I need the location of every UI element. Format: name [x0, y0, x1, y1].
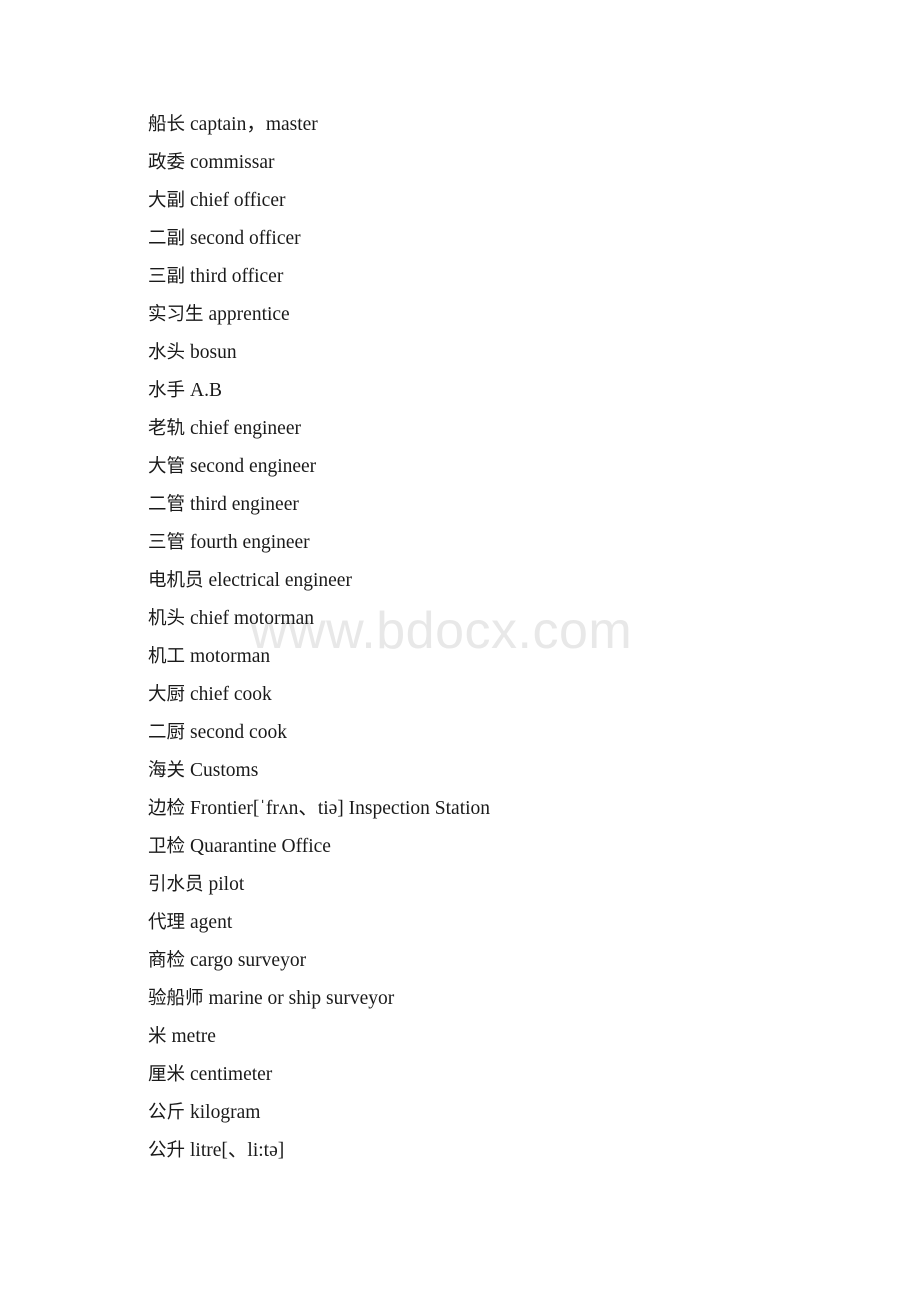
- glossary-entry: 二管 third engineer: [148, 486, 860, 524]
- glossary-entry: 公斤 kilogram: [148, 1094, 860, 1132]
- entry-term-english: second cook: [190, 722, 287, 743]
- entry-term-english: A.B: [190, 380, 222, 401]
- glossary-entry: 卫检 Quarantine Office: [148, 828, 860, 866]
- entry-term-chinese: 机工: [148, 646, 186, 667]
- glossary-entry: 水头 bosun: [148, 334, 860, 372]
- entry-term-english: chief motorman: [190, 608, 315, 629]
- entry-term-english: cargo surveyor: [190, 950, 307, 971]
- entry-term-chinese: 商检: [148, 950, 186, 971]
- entry-term-chinese: 二副: [148, 228, 186, 249]
- entry-term-chinese: 边检: [148, 798, 186, 819]
- entry-term-english: metre: [171, 1026, 216, 1047]
- entry-term-english: captain，master: [190, 114, 318, 135]
- entry-term-chinese: 水手: [148, 380, 186, 401]
- entry-term-english: pilot: [208, 874, 245, 895]
- entry-term-chinese: 卫检: [148, 836, 186, 857]
- entry-term-chinese: 老轨: [148, 418, 186, 439]
- glossary-entry: 实习生 apprentice: [148, 296, 860, 334]
- entry-term-chinese: 公升: [148, 1140, 186, 1161]
- entry-term-english: Customs: [190, 760, 259, 781]
- glossary-entry: 政委 commissar: [148, 144, 860, 182]
- entry-term-chinese: 实习生: [148, 304, 204, 325]
- entry-term-english: commissar: [190, 152, 275, 173]
- entry-term-chinese: 水头: [148, 342, 186, 363]
- glossary-entry: 厘米 centimeter: [148, 1056, 860, 1094]
- entry-term-english: Quarantine Office: [190, 836, 331, 857]
- entry-term-chinese: 代理: [148, 912, 186, 933]
- entry-term-english: chief engineer: [190, 418, 301, 439]
- entry-term-english: chief cook: [190, 684, 272, 705]
- glossary-list: 船长 captain，master 政委 commissar 大副 chief offic…: [148, 106, 860, 1170]
- entry-term-english: Frontier[ˈfrʌn、tiə] Inspection Station: [190, 798, 491, 819]
- entry-term-chinese: 厘米: [148, 1064, 186, 1085]
- entry-term-english: second engineer: [190, 456, 317, 477]
- glossary-entry: 验船师 marine or ship surveyor: [148, 980, 860, 1018]
- entry-term-english: third officer: [190, 266, 284, 287]
- entry-term-english: apprentice: [208, 304, 290, 325]
- entry-term-chinese: 公斤: [148, 1102, 186, 1123]
- entry-term-chinese: 二厨: [148, 722, 186, 743]
- glossary-entry: 代理 agent: [148, 904, 860, 942]
- entry-term-english: kilogram: [190, 1102, 261, 1123]
- glossary-entry: 机头 chief motorman: [148, 600, 860, 638]
- entry-term-english: fourth engineer: [190, 532, 310, 553]
- entry-term-english: centimeter: [190, 1064, 273, 1085]
- glossary-entry: 船长 captain，master: [148, 106, 860, 144]
- entry-term-chinese: 引水员: [148, 874, 204, 895]
- glossary-entry: 二厨 second cook: [148, 714, 860, 752]
- entry-term-chinese: 米: [148, 1026, 167, 1047]
- entry-term-english: motorman: [190, 646, 271, 667]
- glossary-entry: 二副 second officer: [148, 220, 860, 258]
- glossary-entry: 大副 chief officer: [148, 182, 860, 220]
- entry-term-chinese: 机头: [148, 608, 186, 629]
- entry-term-chinese: 大管: [148, 456, 186, 477]
- entry-term-english: litre[、li:tə]: [190, 1140, 285, 1161]
- glossary-entry: 引水员 pilot: [148, 866, 860, 904]
- entry-term-chinese: 三副: [148, 266, 186, 287]
- glossary-entry: 商检 cargo surveyor: [148, 942, 860, 980]
- glossary-entry: 海关 Customs: [148, 752, 860, 790]
- entry-term-chinese: 大厨: [148, 684, 186, 705]
- entry-term-english: second officer: [190, 228, 301, 249]
- entry-term-english: agent: [190, 912, 233, 933]
- entry-term-chinese: 电机员: [148, 570, 204, 591]
- glossary-entry: 电机员 electrical engineer: [148, 562, 860, 600]
- glossary-entry: 三管 fourth engineer: [148, 524, 860, 562]
- entry-term-chinese: 船长: [148, 114, 186, 135]
- glossary-entry: 大管 second engineer: [148, 448, 860, 486]
- entry-term-chinese: 验船师: [148, 988, 204, 1009]
- entry-term-english: bosun: [190, 342, 237, 363]
- entry-term-chinese: 政委: [148, 152, 186, 173]
- glossary-entry: 公升 litre[、li:tə]: [148, 1132, 860, 1170]
- entry-term-chinese: 海关: [148, 760, 186, 781]
- glossary-entry: 三副 third officer: [148, 258, 860, 296]
- entry-term-chinese: 三管: [148, 532, 186, 553]
- glossary-entry: 大厨 chief cook: [148, 676, 860, 714]
- glossary-entry: 老轨 chief engineer: [148, 410, 860, 448]
- glossary-entry: 机工 motorman: [148, 638, 860, 676]
- glossary-entry: 米 metre: [148, 1018, 860, 1056]
- entry-term-chinese: 二管: [148, 494, 186, 515]
- document-page: www.bdocx.com 船长 captain，master 政委 commissa…: [0, 0, 920, 1302]
- glossary-entry: 边检 Frontier[ˈfrʌn、tiə] Inspection Station: [148, 790, 860, 828]
- entry-term-english: electrical engineer: [208, 570, 352, 591]
- entry-term-chinese: 大副: [148, 190, 186, 211]
- entry-term-english: chief officer: [190, 190, 286, 211]
- glossary-entry: 水手 A.B: [148, 372, 860, 410]
- entry-term-english: marine or ship surveyor: [208, 988, 395, 1009]
- entry-term-english: third engineer: [190, 494, 299, 515]
